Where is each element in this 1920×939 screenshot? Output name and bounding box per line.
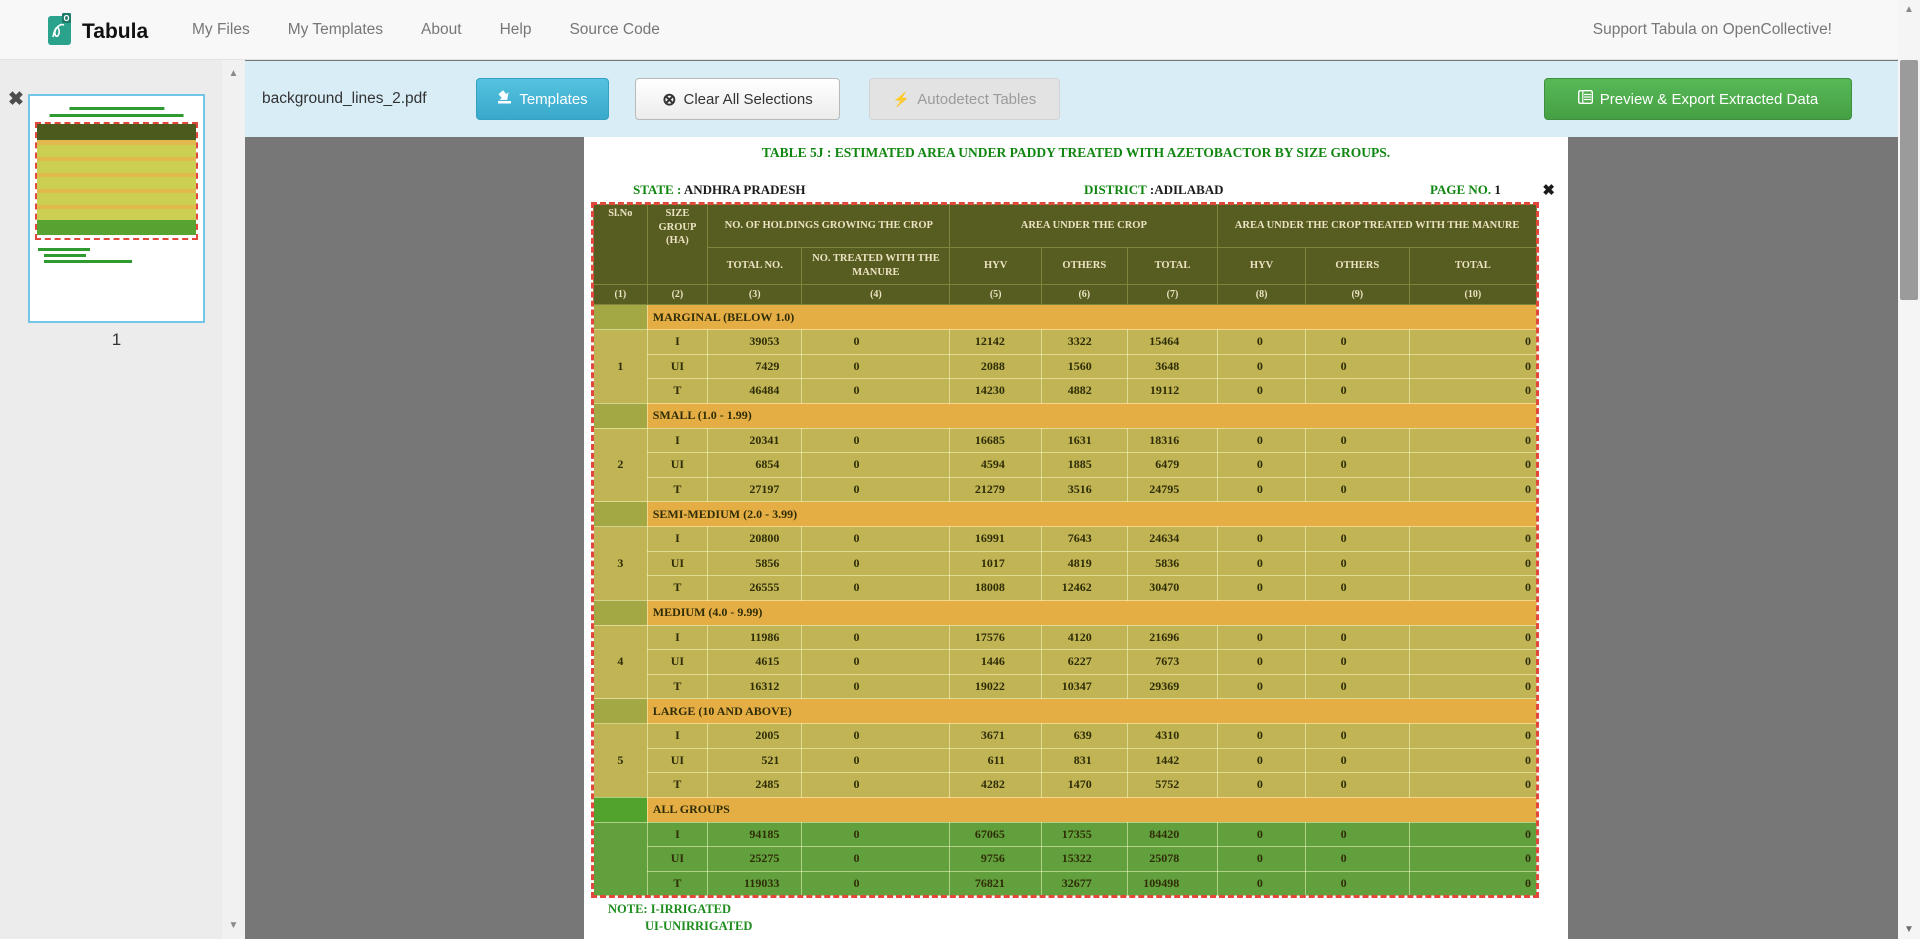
nav-about[interactable]: About xyxy=(421,21,462,39)
thumb-title-line xyxy=(69,107,164,110)
delete-page-icon[interactable]: ✖ xyxy=(8,90,24,109)
nav-links: My Files My Templates About Help Source … xyxy=(192,0,660,60)
table-selection-box[interactable] xyxy=(591,202,1539,898)
templates-label: Templates xyxy=(519,91,587,108)
nav-help[interactable]: Help xyxy=(500,21,532,39)
sidebar-scrollbar[interactable]: ▲ ▼ xyxy=(222,60,245,939)
autodetect-tables-button[interactable]: ⚡ Autodetect Tables xyxy=(869,78,1060,120)
scroll-down-icon[interactable]: ▼ xyxy=(1898,924,1920,935)
thumb-table-header xyxy=(37,124,196,141)
page-scrollbar[interactable]: ▲ ▼ xyxy=(1898,0,1920,939)
thumb-title-line xyxy=(49,114,184,117)
pdf-table-title: TABLE 5J : ESTIMATED AREA UNDER PADDY TR… xyxy=(584,145,1568,161)
export-label: Preview & Export Extracted Data xyxy=(1600,91,1818,108)
scroll-down-icon[interactable]: ▼ xyxy=(222,920,245,931)
nav-my-templates[interactable]: My Templates xyxy=(288,21,383,39)
clear-selections-label: Clear All Selections xyxy=(684,91,813,108)
lightning-icon: ⚡ xyxy=(893,92,910,106)
thumb-table-allgroups xyxy=(37,220,196,235)
page-no-field: PAGE NO. 1 xyxy=(1430,182,1501,198)
file-toolbar: background_lines_2.pdf Templates ⊗ Clear… xyxy=(245,61,1898,137)
tabula-logo-icon xyxy=(47,13,74,51)
table-selection-area: Sl.No SIZE GROUP (HA) NO. OF HOLDINGS GR… xyxy=(593,204,1537,896)
export-list-icon xyxy=(1578,90,1593,108)
clear-all-selections-button[interactable]: ⊗ Clear All Selections xyxy=(635,78,840,120)
thumb-table-selection xyxy=(35,122,198,240)
clear-selections-icon: ⊗ xyxy=(662,91,676,108)
open-filename: background_lines_2.pdf xyxy=(262,61,427,137)
scroll-up-icon[interactable]: ▲ xyxy=(222,68,245,79)
page-thumbnail-sidebar: ✖ 1 ▲ ▼ xyxy=(0,60,245,939)
pdf-note-line2: UI-UNIRRIGATED xyxy=(645,919,752,934)
nav-my-files[interactable]: My Files xyxy=(192,21,250,39)
thumb-table-rows xyxy=(37,141,196,220)
scrollbar-thumb[interactable] xyxy=(1900,60,1918,300)
navbar: Tabula My Files My Templates About Help … xyxy=(0,0,1920,60)
state-field: STATE : ANDHRA PRADESH xyxy=(633,182,806,198)
page-thumbnail[interactable] xyxy=(28,94,205,323)
nav-source-code[interactable]: Source Code xyxy=(569,21,659,39)
thumb-note-line xyxy=(44,260,132,263)
support-opencollective-link[interactable]: Support Tabula on OpenCollective! xyxy=(1593,0,1832,60)
autodetect-label: Autodetect Tables xyxy=(917,91,1036,108)
thumb-note-line xyxy=(44,254,86,257)
district-field: DISTRICT :ADILABAD xyxy=(1084,182,1224,198)
thumbnail-page-number: 1 xyxy=(28,330,205,350)
brand-title: Tabula xyxy=(82,20,148,44)
templates-button[interactable]: Templates xyxy=(476,78,609,120)
document-canvas: TABLE 5J : ESTIMATED AREA UNDER PADDY TR… xyxy=(245,137,1898,939)
scroll-up-icon[interactable]: ▲ xyxy=(1898,4,1920,15)
pdf-page[interactable]: TABLE 5J : ESTIMATED AREA UNDER PADDY TR… xyxy=(584,137,1568,939)
pdf-note-line1: NOTE: I-IRRIGATED xyxy=(608,902,731,917)
save-template-icon xyxy=(497,90,512,108)
preview-export-button[interactable]: Preview & Export Extracted Data xyxy=(1544,78,1852,120)
thumb-note-line xyxy=(38,248,90,251)
brand-home-link[interactable]: Tabula xyxy=(47,13,148,51)
selection-close-icon[interactable]: ✖ xyxy=(1542,181,1555,200)
